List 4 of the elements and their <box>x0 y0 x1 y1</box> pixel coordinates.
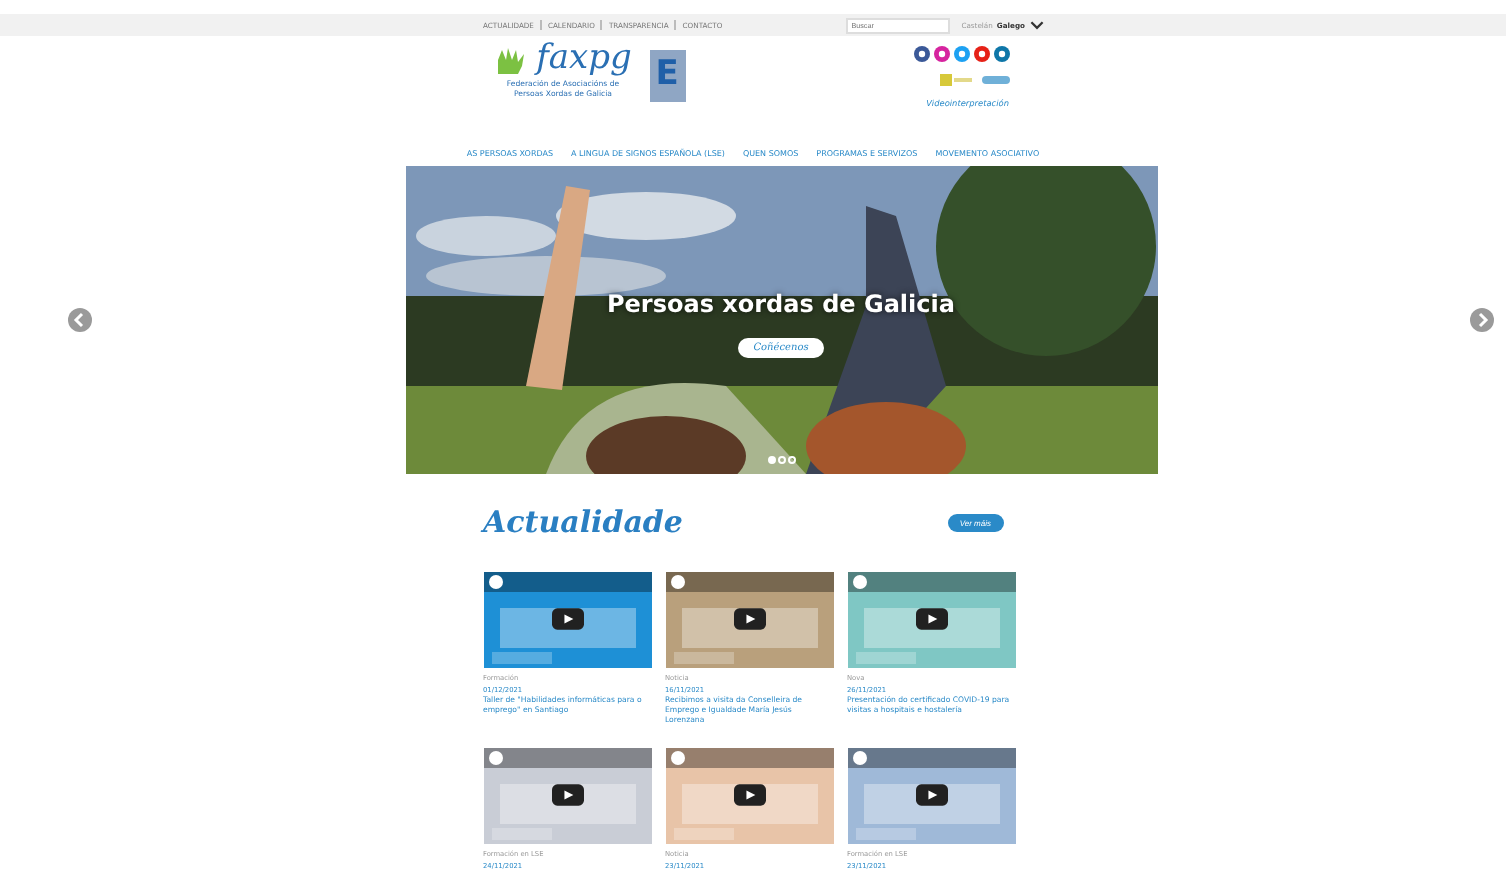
accessibility-badge: E <box>649 50 685 102</box>
hero-title: Persoas xordas de Galicia <box>607 290 955 318</box>
section-title: Actualidade <box>483 504 683 540</box>
logo-text[interactable]: faxpg <box>536 42 632 76</box>
